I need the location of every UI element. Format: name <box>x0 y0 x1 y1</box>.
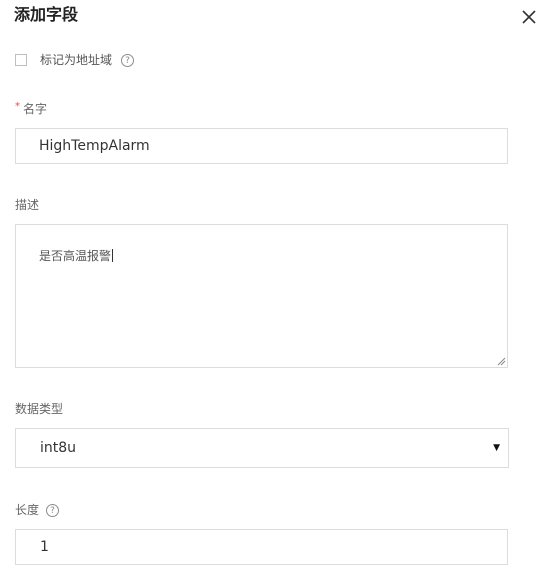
data-type-label-text: 数据类型 <box>15 402 64 416</box>
data-type-select[interactable]: int8u ▼ <box>15 428 509 468</box>
length-label-row: 长度 ? <box>15 502 60 518</box>
length-label: 长度 <box>15 503 40 517</box>
length-input[interactable]: 1 <box>15 529 508 565</box>
help-icon[interactable]: ? <box>46 503 60 517</box>
required-mark: * <box>15 101 20 112</box>
name-label-row: * 名字 <box>15 101 47 117</box>
resize-handle-icon[interactable] <box>496 356 506 366</box>
dialog-title: 添加字段 <box>14 5 79 24</box>
description-label-text: 描述 <box>15 198 40 212</box>
close-icon[interactable] <box>520 8 538 26</box>
name-input[interactable]: HighTempAlarm <box>15 128 508 164</box>
address-field-checkbox[interactable] <box>15 54 27 66</box>
chevron-down-icon: ▼ <box>493 443 500 453</box>
description-textarea[interactable]: 是否高温报警 <box>15 224 508 368</box>
address-field-row: 标记为地址域 ? <box>15 52 135 68</box>
description-text: 是否高温报警 <box>39 249 112 263</box>
address-field-label: 标记为地址域 <box>40 53 113 67</box>
text-cursor <box>112 249 114 262</box>
description-label: 描述 <box>15 197 39 213</box>
name-label: 名字 <box>23 102 48 116</box>
data-type-label: 数据类型 <box>15 401 63 417</box>
help-icon[interactable]: ? <box>121 53 135 67</box>
data-type-value: int8u <box>40 440 77 456</box>
